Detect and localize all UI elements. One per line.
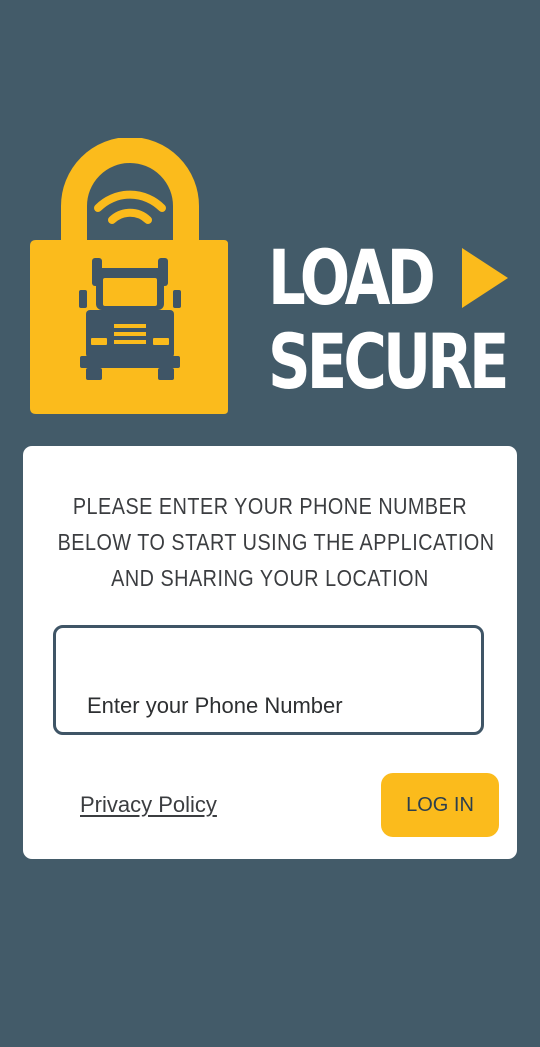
phone-number-input[interactable] [53,625,484,735]
instruction-line-2: BELOW TO START USING THE APPLICATION [57,529,495,555]
instructions-text: PLEASE ENTER YOUR PHONE NUMBER BELOW TO … [23,488,517,596]
brand-title-line-1: LOAD [268,233,436,322]
brand-title-line-2: SECURE [268,317,509,406]
privacy-policy-link[interactable]: Privacy Policy [80,792,217,818]
play-arrow-icon [462,248,508,308]
login-button[interactable]: LOG IN [381,773,499,837]
instruction-line-3: AND SHARING YOUR LOCATION [111,565,429,591]
instruction-line-1: PLEASE ENTER YOUR PHONE NUMBER [72,493,468,519]
login-card: PLEASE ENTER YOUR PHONE NUMBER BELOW TO … [23,446,517,859]
padlock-truck-icon [30,138,228,414]
